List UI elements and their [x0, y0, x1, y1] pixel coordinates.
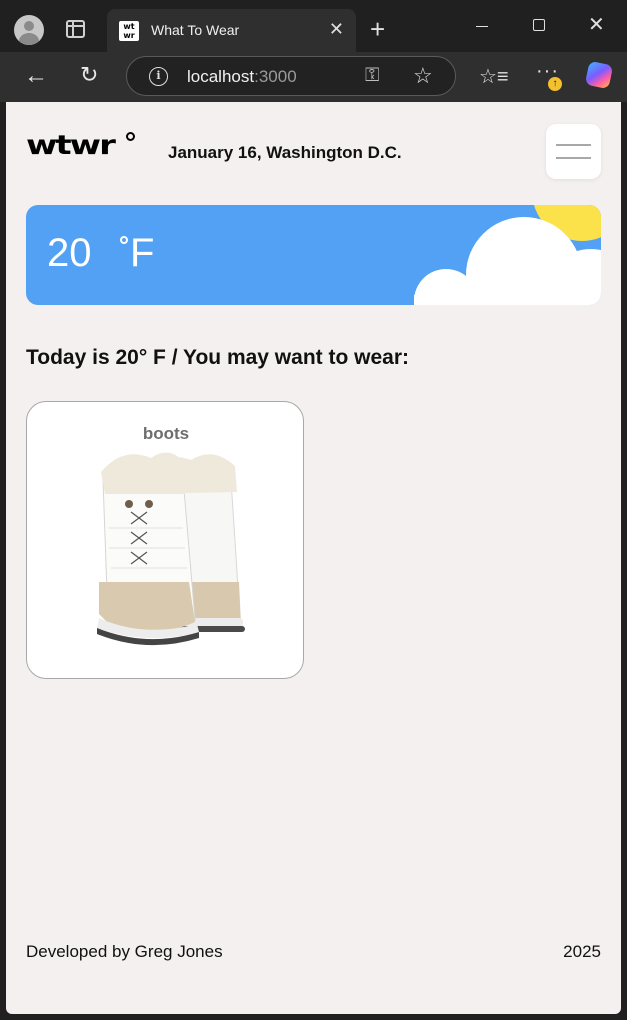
weather-card: 20 F [26, 205, 601, 305]
profile-avatar-icon[interactable] [14, 15, 44, 45]
clothing-card[interactable]: boots [26, 401, 304, 679]
cloudy-day-icon [414, 205, 601, 305]
password-key-icon[interactable]: ⚿ [365, 65, 379, 87]
footer-developer: Developed by Greg Jones [26, 942, 223, 961]
hamburger-menu-button[interactable] [546, 124, 601, 179]
update-badge-icon: ↑ [548, 77, 562, 91]
browser-toolbar: ← ↻ i localhost:3000 ⚿ ☆ ☆≡ ··· ↑ [0, 52, 627, 102]
bookmark-star-icon[interactable]: ☆ [413, 63, 433, 89]
url-text: localhost:3000 [187, 67, 297, 86]
boots-image[interactable] [63, 432, 269, 652]
copilot-icon[interactable] [584, 60, 614, 90]
app-page: wtwr January 16, Washington D.C. 20 F To… [6, 102, 621, 1014]
site-info-icon[interactable]: i [149, 67, 168, 86]
logo-degree-icon [126, 132, 135, 141]
tab-actions-icon[interactable] [66, 20, 85, 38]
footer-year: 2025 [563, 942, 601, 961]
reload-icon[interactable]: ↻ [80, 62, 98, 88]
favorites-icon[interactable]: ☆≡ [479, 64, 509, 89]
date-location: January 16, Washington D.C. [168, 143, 402, 162]
window-close-icon[interactable]: ✕ [588, 13, 605, 37]
app-logo[interactable]: wtwr [26, 130, 116, 161]
address-bar[interactable]: i localhost:3000 ⚿ ☆ [126, 56, 456, 96]
new-tab-icon[interactable]: + [370, 14, 385, 44]
maximize-icon[interactable] [533, 19, 545, 31]
tab-title: What To Wear [151, 22, 240, 38]
favicon-icon: wt wr [119, 21, 139, 41]
tab-close-icon[interactable]: ✕ [329, 19, 344, 39]
minimize-icon[interactable] [476, 26, 488, 27]
browser-titlebar: wt wr What To Wear ✕ + ✕ [0, 0, 627, 52]
recommendation-heading: Today is 20° F / You may want to wear: [26, 346, 409, 369]
back-arrow-icon[interactable]: ← [24, 63, 48, 89]
browser-tab[interactable]: wt wr What To Wear ✕ [107, 9, 356, 52]
